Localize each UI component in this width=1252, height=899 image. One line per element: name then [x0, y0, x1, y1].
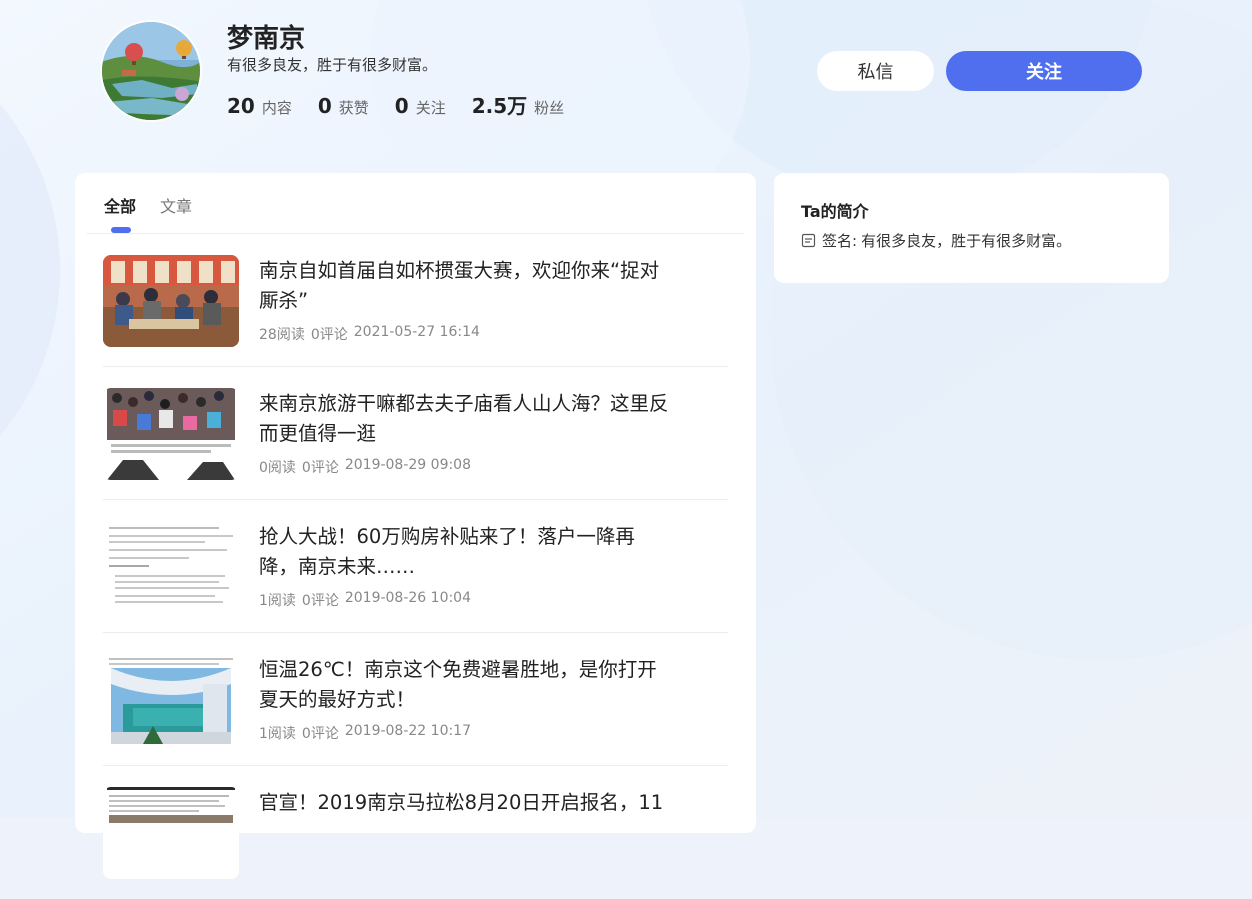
- follow-button[interactable]: 关注: [946, 51, 1142, 91]
- thumbnail-building-image: [103, 654, 239, 746]
- article-title[interactable]: 南京自如首届自如杯掼蛋大赛，欢迎你来“捉对厮杀”: [259, 256, 669, 316]
- article-title[interactable]: 来南京旅游干嘛都去夫子庙看人山人海？这里反而更值得一逛: [259, 389, 669, 449]
- article-meta: 0阅读 0评论 2019-08-29 09:08: [259, 457, 477, 477]
- document-icon: [801, 233, 816, 248]
- article-item[interactable]: 抢人大战！60万购房补贴来了！落户一降再降，南京未来…… 1阅读 0评论 201…: [103, 500, 728, 633]
- article-thumbnail[interactable]: [103, 521, 239, 613]
- article-comments: 0评论: [301, 726, 339, 742]
- profile-bio: 有很多良友，胜于有很多财富。: [227, 56, 438, 74]
- article-time: 2019-08-29 09:08: [344, 457, 472, 473]
- stat-following[interactable]: 0 关注: [395, 94, 446, 118]
- profile-stats: 20 内容 0 获赞 0 关注 2.5万 粉丝: [227, 90, 590, 119]
- profile-header: 梦南京 有很多良友，胜于有很多财富。 20 内容 0 获赞 0 关注 2.5万 …: [0, 0, 1252, 160]
- content-tabs: 全部 文章: [104, 193, 216, 233]
- article-time: 2021-05-27 16:14: [353, 324, 480, 340]
- stat-number: 0: [317, 94, 332, 118]
- tab-all[interactable]: 全部: [104, 193, 136, 233]
- article-item[interactable]: 官宣！2019南京马拉松8月20日开启报名，11: [103, 766, 728, 899]
- thumbnail-marathon-document-image: [103, 787, 239, 879]
- thumbnail-document-image: [103, 521, 239, 613]
- thumbnail-card-game-image: [103, 255, 239, 347]
- article-meta: 1阅读 0评论 2019-08-26 10:04: [259, 590, 477, 610]
- article-reads: 0阅读: [259, 460, 296, 476]
- stat-number: 0: [394, 94, 409, 118]
- article-title[interactable]: 官宣！2019南京马拉松8月20日开启报名，11: [259, 788, 669, 818]
- signature-label: 签名:: [822, 232, 858, 250]
- thumbnail-crowd-image: [103, 388, 239, 480]
- article-list-card: 全部 文章 南京自如首届自如杯掼蛋大赛，欢迎你来“捉对厮杀” 28阅读 0评论 …: [75, 173, 756, 879]
- profile-name: 梦南京: [227, 24, 306, 54]
- article-comments: 0评论: [310, 327, 348, 343]
- article-item[interactable]: 南京自如首届自如杯掼蛋大赛，欢迎你来“捉对厮杀” 28阅读 0评论 2021-0…: [103, 234, 728, 367]
- signature-value: 有很多良友，胜于有很多财富。: [861, 232, 1072, 250]
- article-thumbnail[interactable]: [103, 787, 239, 879]
- article-time: 2019-08-22 10:17: [344, 723, 472, 739]
- intro-title: Ta的简介: [801, 202, 869, 221]
- article-meta: 28阅读 0评论 2021-05-27 16:14: [259, 324, 486, 344]
- avatar[interactable]: [100, 20, 202, 122]
- stat-likes[interactable]: 0 获赞: [318, 94, 369, 118]
- tab-articles[interactable]: 文章: [160, 193, 192, 233]
- article-item[interactable]: 恒温26℃！南京这个免费避暑胜地，是你打开夏天的最好方式！ 1阅读 0评论 20…: [103, 633, 728, 766]
- article-thumbnail[interactable]: [103, 388, 239, 480]
- stat-number: 2.5万: [471, 94, 528, 118]
- avatar-landscape-image: [102, 22, 200, 120]
- article-thumbnail[interactable]: [103, 654, 239, 746]
- stat-label: 粉丝: [534, 99, 565, 117]
- article-time: 2019-08-26 10:04: [344, 590, 472, 606]
- stat-number: 20: [227, 94, 255, 118]
- intro-signature: 签名: 有很多良友，胜于有很多财富。: [801, 230, 1071, 251]
- stat-label: 获赞: [338, 99, 369, 117]
- article-comments: 0评论: [301, 460, 339, 476]
- article-reads: 1阅读: [259, 726, 296, 742]
- article-meta: 1阅读 0评论 2019-08-22 10:17: [259, 723, 477, 743]
- article-item[interactable]: 来南京旅游干嘛都去夫子庙看人山人海？这里反而更值得一逛 0阅读 0评论 2019…: [103, 367, 728, 500]
- article-comments: 0评论: [301, 593, 339, 609]
- article-title[interactable]: 抢人大战！60万购房补贴来了！落户一降再降，南京未来……: [259, 522, 669, 582]
- article-reads: 1阅读: [259, 593, 296, 609]
- stat-content[interactable]: 20 内容: [227, 94, 292, 118]
- article-thumbnail[interactable]: [103, 255, 239, 347]
- stat-fans[interactable]: 2.5万 粉丝: [472, 90, 564, 119]
- article-title[interactable]: 恒温26℃！南京这个免费避暑胜地，是你打开夏天的最好方式！: [259, 655, 669, 715]
- stat-label: 内容: [261, 99, 292, 117]
- message-button[interactable]: 私信: [817, 51, 934, 91]
- article-reads: 28阅读: [259, 327, 305, 343]
- stat-label: 关注: [415, 99, 446, 117]
- intro-card: Ta的简介 签名: 有很多良友，胜于有很多财富。: [774, 173, 1169, 283]
